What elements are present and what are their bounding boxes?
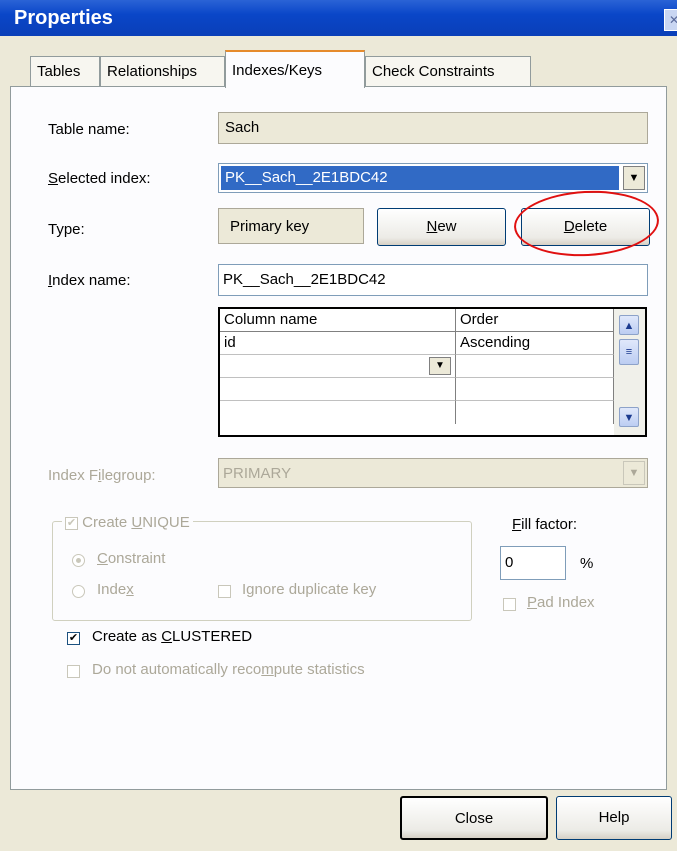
tab-relationships[interactable]: Relationships xyxy=(100,56,225,86)
tab-indexes-keys-label: Indexes/Keys xyxy=(232,62,323,79)
chevron-down-icon[interactable]: ▼ xyxy=(623,166,645,190)
table-name-value: Sach xyxy=(225,119,260,136)
create-unique-legend: ✔ Create UNIQUE xyxy=(62,514,193,531)
close-button[interactable]: Close xyxy=(400,796,548,840)
selected-index-label: Selected index: xyxy=(48,170,151,187)
type-label: Type: xyxy=(48,221,85,238)
grid-scrollbar[interactable]: ▲ ≡ ▼ xyxy=(614,309,645,435)
table-name-field: Sach xyxy=(218,112,648,144)
title-bar: Properties ✕ xyxy=(0,0,677,36)
column-header-name: Column name xyxy=(220,309,456,332)
index-radio[interactable] xyxy=(72,585,85,598)
constraint-label: Constraint xyxy=(97,550,166,567)
empty-cell[interactable] xyxy=(220,378,456,401)
index-name-input[interactable]: PK__Sach__2E1BDC42 xyxy=(218,264,648,296)
close-window-icon[interactable]: ✕ xyxy=(664,9,677,31)
tab-check-constraints[interactable]: Check Constraints xyxy=(365,56,531,86)
create-clustered-label: Create as CLUSTERED xyxy=(92,628,253,645)
fill-factor-value: 0 xyxy=(505,554,514,571)
empty-cell[interactable] xyxy=(220,401,456,424)
index-filegroup-dropdown[interactable]: PRIMARY ▼ xyxy=(218,458,648,488)
ignore-duplicate-key-label: Ignore duplicate key xyxy=(242,581,377,598)
tab-indexes-keys[interactable]: Indexes/Keys xyxy=(225,50,365,88)
ignore-duplicate-key-checkbox[interactable] xyxy=(218,585,231,598)
constraint-radio[interactable] xyxy=(72,554,85,567)
window-title: Properties xyxy=(14,7,113,29)
pad-index-checkbox[interactable] xyxy=(503,598,516,611)
index-name-value: PK__Sach__2E1BDC42 xyxy=(223,271,386,288)
create-unique-label: Create UNIQUE xyxy=(82,514,190,531)
help-button[interactable]: Help xyxy=(556,796,672,840)
type-field: Primary key xyxy=(218,208,364,244)
index-filegroup-value: PRIMARY xyxy=(223,465,292,482)
index-radio-label: Index xyxy=(97,581,134,598)
new-button[interactable]: New xyxy=(377,208,506,246)
tab-tables-label: Tables xyxy=(37,63,81,80)
create-unique-group xyxy=(52,521,472,621)
cell-column-name[interactable]: id xyxy=(220,332,456,355)
table-name-label: Table name: xyxy=(48,121,130,138)
tab-relationships-label: Relationships xyxy=(107,63,198,80)
empty-cell[interactable] xyxy=(456,401,614,424)
percent-sign: % xyxy=(580,555,594,572)
chevron-down-icon[interactable]: ▼ xyxy=(623,461,645,485)
index-columns-grid[interactable]: Column name Order id Ascending ▼ ▲ ≡ ▼ xyxy=(218,307,647,437)
new-row-order-cell[interactable] xyxy=(456,355,614,378)
scroll-down-icon[interactable]: ▼ xyxy=(619,407,639,427)
empty-cell[interactable] xyxy=(456,378,614,401)
pad-index-label: Pad Index xyxy=(527,594,595,611)
fill-factor-input[interactable]: 0 xyxy=(500,546,566,580)
type-value: Primary key xyxy=(230,218,310,235)
scroll-up-icon[interactable]: ▲ xyxy=(619,315,639,335)
no-recompute-checkbox[interactable] xyxy=(67,665,80,678)
tab-check-constraints-label: Check Constraints xyxy=(372,63,495,80)
new-row-column-cell[interactable]: ▼ xyxy=(220,355,456,378)
column-dropdown-icon[interactable]: ▼ xyxy=(429,357,451,375)
no-recompute-label: Do not automatically recompute statistic… xyxy=(92,661,365,678)
fill-factor-label: Fill factor: xyxy=(512,516,578,533)
selected-index-dropdown[interactable]: PK__Sach__2E1BDC42 ▼ xyxy=(218,163,648,193)
scroll-thumb[interactable]: ≡ xyxy=(619,339,639,365)
create-unique-checkbox[interactable]: ✔ xyxy=(65,516,78,530)
index-name-label: Index name: xyxy=(48,272,131,289)
cell-order[interactable]: Ascending xyxy=(456,332,614,355)
tab-tables[interactable]: Tables xyxy=(30,56,100,86)
column-header-order: Order xyxy=(456,309,614,332)
index-filegroup-label: Index Filegroup: xyxy=(48,467,156,484)
create-clustered-checkbox[interactable]: ✔ xyxy=(67,632,80,645)
selected-index-value: PK__Sach__2E1BDC42 xyxy=(221,166,619,190)
